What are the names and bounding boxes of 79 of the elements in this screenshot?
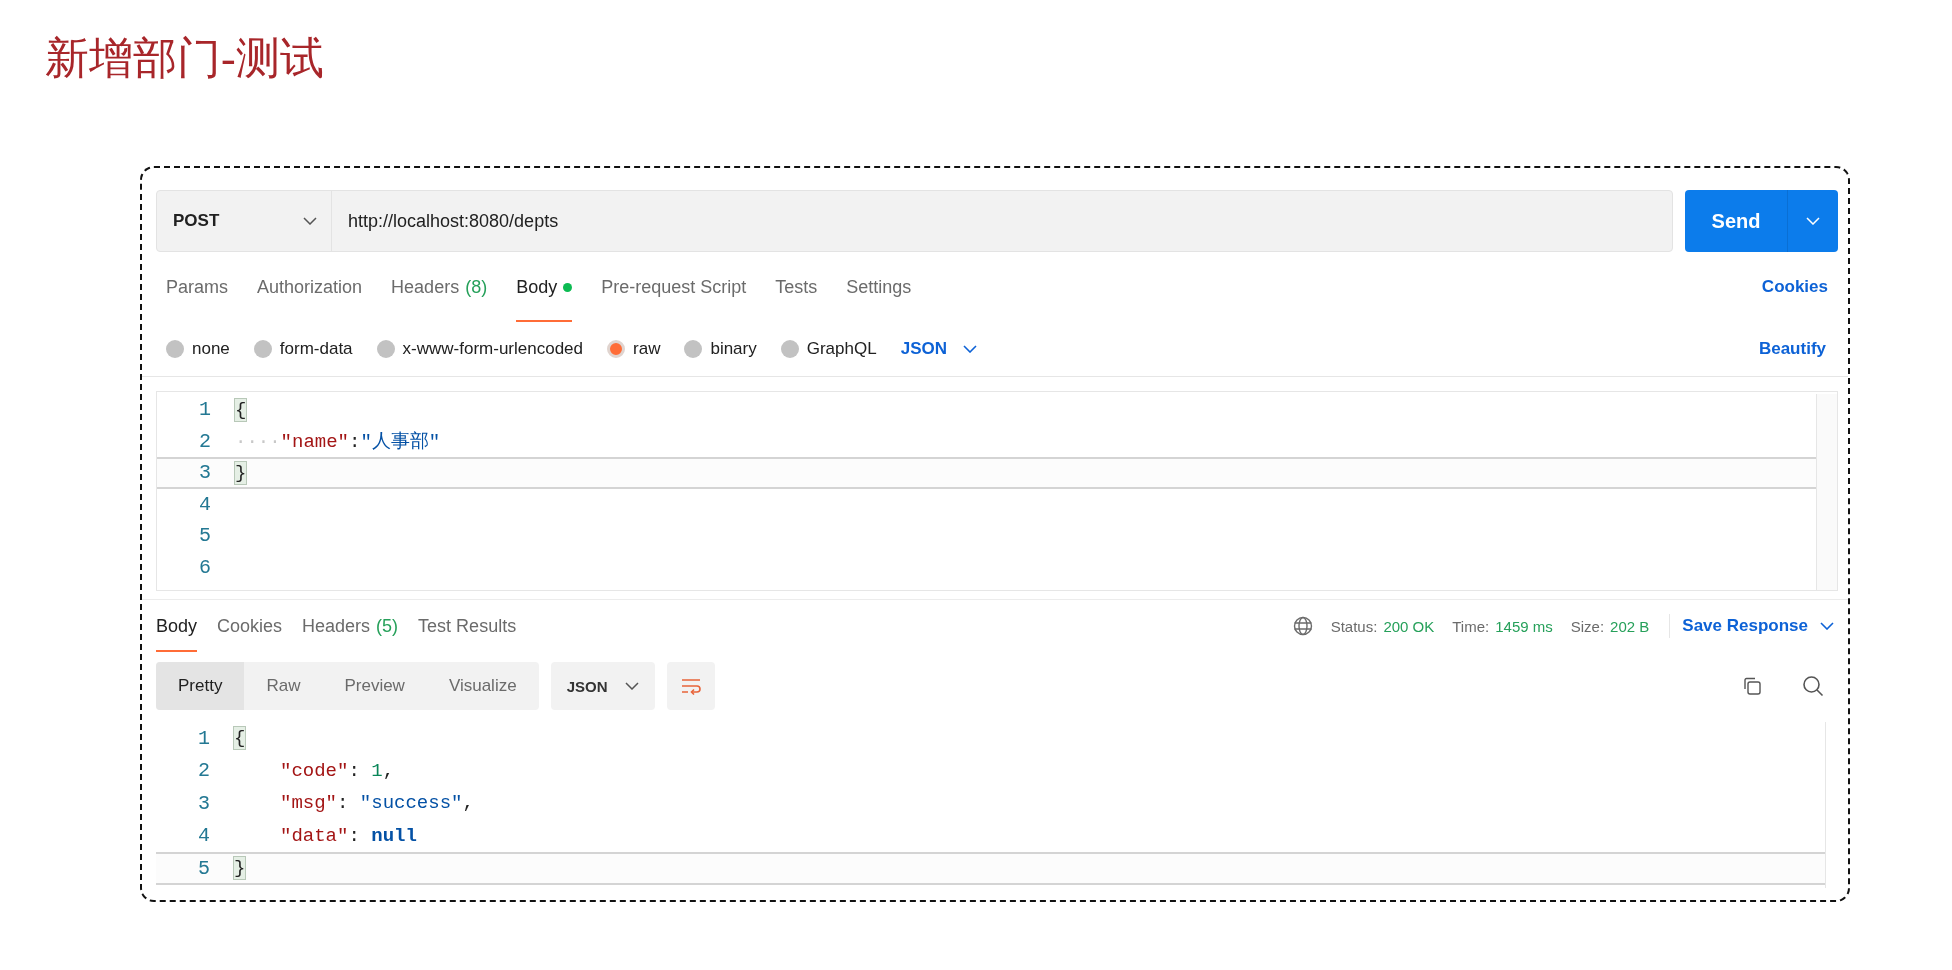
chevron-down-icon xyxy=(1806,217,1820,225)
meta-value: 200 OK xyxy=(1383,617,1435,635)
request-tab[interactable]: Params xyxy=(166,252,228,322)
brace: } xyxy=(234,857,246,880)
request-tab[interactable]: Settings xyxy=(846,252,912,322)
json-string: "人事部" xyxy=(360,431,441,454)
punctuation: , xyxy=(462,792,474,815)
json-key: "msg" xyxy=(280,792,337,815)
json-key: "name" xyxy=(280,431,350,454)
view-mode-tab[interactable]: Visualize xyxy=(426,662,539,710)
request-tab[interactable]: Authorization xyxy=(257,252,363,322)
response-tab[interactable]: Test Results xyxy=(418,600,517,652)
response-tab[interactable]: Body xyxy=(156,600,198,652)
request-tab[interactable]: Pre-request Script xyxy=(601,252,747,322)
punctuation: , xyxy=(382,759,395,782)
request-tab[interactable]: Tests xyxy=(775,252,818,322)
json-key: "code" xyxy=(280,759,349,782)
request-tab[interactable]: Body xyxy=(516,252,573,322)
punctuation: : xyxy=(349,431,361,454)
line-number: 5 xyxy=(198,524,211,548)
meta-label: Size: xyxy=(1570,617,1605,635)
line-number: 3 xyxy=(197,791,210,815)
globe-icon[interactable] xyxy=(1292,616,1313,636)
body-type-radio[interactable]: raw xyxy=(607,339,661,359)
search-icon[interactable] xyxy=(1802,675,1824,697)
body-type-radio[interactable]: binary xyxy=(684,339,757,359)
whitespace-dots: ···· xyxy=(235,431,281,454)
brace: } xyxy=(235,461,247,484)
json-string: "success" xyxy=(359,792,463,815)
line-number: 2 xyxy=(197,759,210,783)
view-mode-tab[interactable]: Preview xyxy=(322,662,427,710)
save-response-button[interactable]: Save Response xyxy=(1682,616,1834,636)
punctuation: : xyxy=(348,824,361,847)
body-type-radio[interactable]: form-data xyxy=(253,339,353,359)
line-number: 5 xyxy=(197,856,210,880)
meta-value: 202 B xyxy=(1610,617,1650,635)
chevron-down-icon xyxy=(303,217,317,225)
json-number: 1 xyxy=(371,759,383,782)
line-number: 6 xyxy=(198,555,211,579)
wrap-lines-icon xyxy=(680,677,703,695)
scrollbar[interactable] xyxy=(1816,394,1837,590)
json-null: null xyxy=(371,824,417,847)
brace: { xyxy=(234,727,246,750)
format-dropdown[interactable]: JSON xyxy=(900,339,977,359)
format-dropdown[interactable]: JSON xyxy=(550,662,656,710)
brace: { xyxy=(235,398,247,421)
method-dropdown[interactable]: POST xyxy=(157,191,332,251)
line-number: 4 xyxy=(197,824,210,848)
line-number: 4 xyxy=(198,492,211,516)
view-mode-tab[interactable]: Raw xyxy=(244,662,323,710)
body-type-radio[interactable]: GraphQL xyxy=(780,339,877,359)
meta-value: 1459 ms xyxy=(1495,617,1553,635)
json-key: "data" xyxy=(280,824,349,847)
slide-title: 新增部门-测试 xyxy=(45,33,324,85)
punctuation: : xyxy=(337,792,350,815)
chevron-down-icon xyxy=(1820,622,1834,630)
chevron-down-icon xyxy=(625,682,640,690)
line-number: 3 xyxy=(198,461,211,485)
chevron-down-icon xyxy=(962,345,977,353)
wrap-lines-button[interactable] xyxy=(667,662,716,710)
send-button[interactable]: Send xyxy=(1685,190,1788,252)
body-type-radio[interactable]: none xyxy=(166,339,230,359)
punctuation: : xyxy=(348,759,361,782)
line-number: 2 xyxy=(198,429,211,453)
view-mode-tab[interactable]: Pretty xyxy=(156,662,245,710)
response-tab[interactable]: Headers (5) xyxy=(302,600,399,652)
meta-label: Status: xyxy=(1330,617,1378,635)
cookies-link[interactable]: Cookies xyxy=(1761,277,1828,297)
meta-label: Time: xyxy=(1452,617,1490,635)
url-text: http://localhost:8080/depts xyxy=(347,210,559,232)
beautify-link[interactable]: Beautify xyxy=(1758,339,1826,359)
body-type-radio[interactable]: x-www-form-urlencoded xyxy=(376,339,583,359)
line-number: 1 xyxy=(197,726,210,750)
line-number: 1 xyxy=(198,398,211,422)
url-bar[interactable]: POST http://localhost:8080/depts xyxy=(156,190,1673,252)
request-body-editor[interactable]: 1 { 2 ····"name":"人事部" 3 } 4 5 6 xyxy=(156,391,1838,591)
response-tab[interactable]: Cookies xyxy=(217,600,283,652)
copy-icon[interactable] xyxy=(1742,676,1762,696)
request-tab[interactable]: Headers (8) xyxy=(391,252,488,322)
